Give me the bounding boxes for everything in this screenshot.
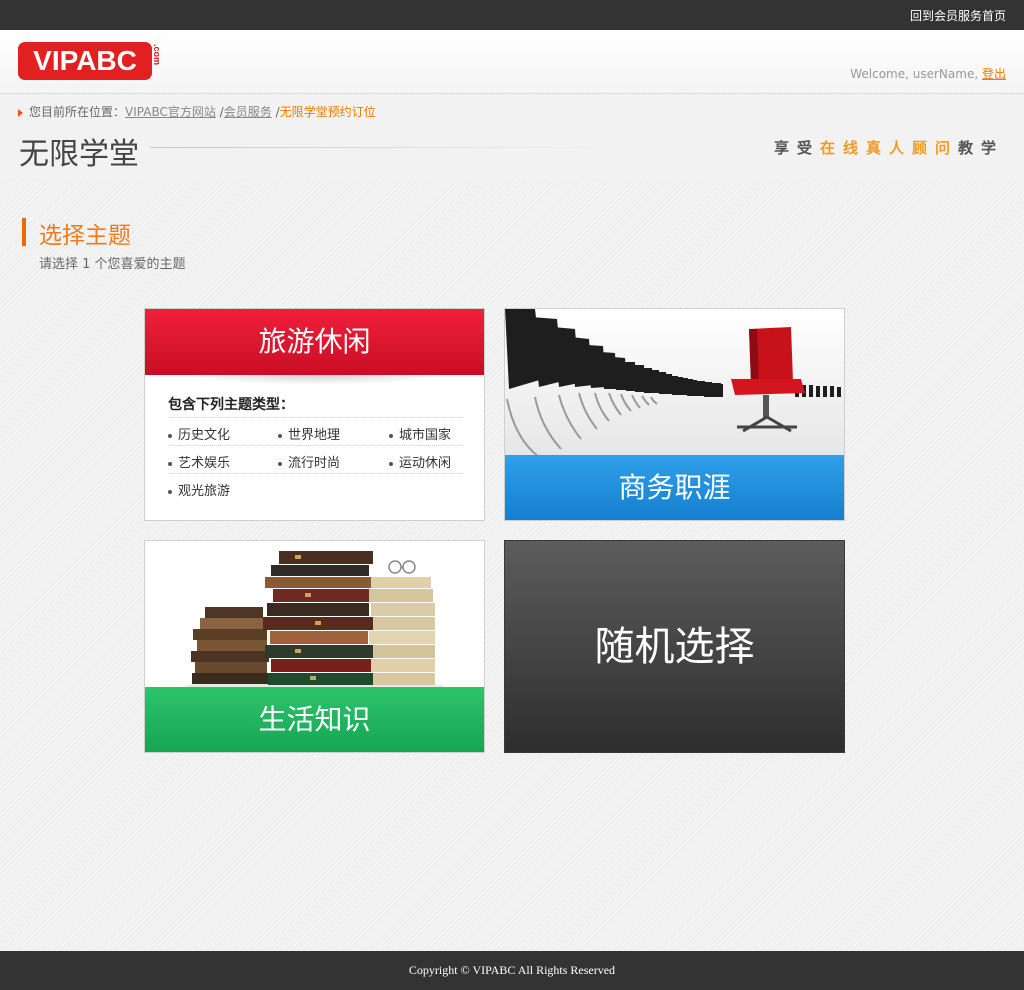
chairs-image <box>505 309 844 457</box>
life-card-label: 生活知识 <box>145 687 484 752</box>
top-bar: 回到会员服务首页 <box>0 0 1024 30</box>
tag-item: 艺术娱乐 <box>168 452 230 471</box>
random-card-label: 随机选择 <box>594 624 755 670</box>
back-to-member-home-link[interactable]: 回到会员服务首页 <box>910 7 1006 24</box>
travel-card-title: 旅游休闲 <box>145 309 484 375</box>
tag-item: 流行时尚 <box>278 452 340 471</box>
books-image <box>145 541 484 689</box>
topic-card-travel[interactable]: 旅游休闲 包含下列主题类型： 历史文化 世界地理 城市国家 艺术娱乐 流行时尚 … <box>144 308 485 521</box>
header: VIPABC .com Welcome, userName, 登出 <box>0 30 1024 94</box>
footer: Copyright © VIPABC All Rights Reserved <box>0 951 1024 990</box>
logo-suffix: .com <box>152 44 162 66</box>
page-title: 无限学堂 <box>19 137 139 172</box>
breadcrumb-prefix: 您目前所在位置： <box>29 105 126 119</box>
section-accent-bar <box>22 218 26 246</box>
travel-header-shadow <box>185 375 445 385</box>
vipabc-logo[interactable]: VIPABC .com <box>18 42 162 80</box>
breadcrumb-link-vipabc[interactable]: VIPABC官方网站 <box>125 105 216 119</box>
breadcrumb-current: 无限学堂预约订位 <box>279 105 376 119</box>
travel-tag-row: 历史文化 世界地理 城市国家 <box>168 417 463 445</box>
tag-item: 运动休闲 <box>389 452 451 471</box>
topic-card-life[interactable]: 生活知识 <box>144 540 485 753</box>
topic-card-random[interactable]: 随机选择 <box>504 540 845 753</box>
slogan-part1: 享受 <box>773 139 820 157</box>
logout-link[interactable]: 登出 <box>982 67 1006 81</box>
travel-tag-row: 艺术娱乐 流行时尚 运动休闲 <box>168 445 463 473</box>
welcome-area: Welcome, userName, 登出 <box>850 65 1006 82</box>
business-card-label: 商务职涯 <box>505 455 844 520</box>
slogan-part2: 教学 <box>957 139 1004 157</box>
welcome-text: Welcome, userName, <box>850 67 979 81</box>
tag-item: 观光旅游 <box>168 480 230 499</box>
subheader: 您目前所在位置：VIPABC官方网站 /会员服务 /无限学堂预约订位 无限学堂 … <box>0 95 1024 179</box>
logo-text: VIPABC <box>18 42 152 80</box>
title-divider <box>150 147 630 148</box>
breadcrumb-arrow-icon <box>18 108 23 117</box>
breadcrumb-link-member-service[interactable]: 会员服务 <box>224 105 272 119</box>
slogan-highlight: 在线真人顾问 <box>819 139 958 157</box>
topic-card-business[interactable]: 商务职涯 <box>504 308 845 521</box>
section-subtitle: 请选择 1 个您喜爱的主题 <box>39 257 186 272</box>
tag-item: 世界地理 <box>278 424 340 443</box>
slogan: 享受在线真人顾问教学 <box>774 137 1004 158</box>
tag-item: 历史文化 <box>168 424 230 443</box>
travel-tag-row: 观光旅游 <box>168 473 463 501</box>
copyright-text: Copyright © VIPABC All Rights Reserved <box>408 963 616 977</box>
tag-item: 城市国家 <box>389 424 451 443</box>
travel-card-subtitle: 包含下列主题类型： <box>168 397 294 413</box>
breadcrumb: 您目前所在位置：VIPABC官方网站 /会员服务 /无限学堂预约订位 <box>18 103 376 120</box>
section-title: 选择主题 <box>39 223 131 249</box>
